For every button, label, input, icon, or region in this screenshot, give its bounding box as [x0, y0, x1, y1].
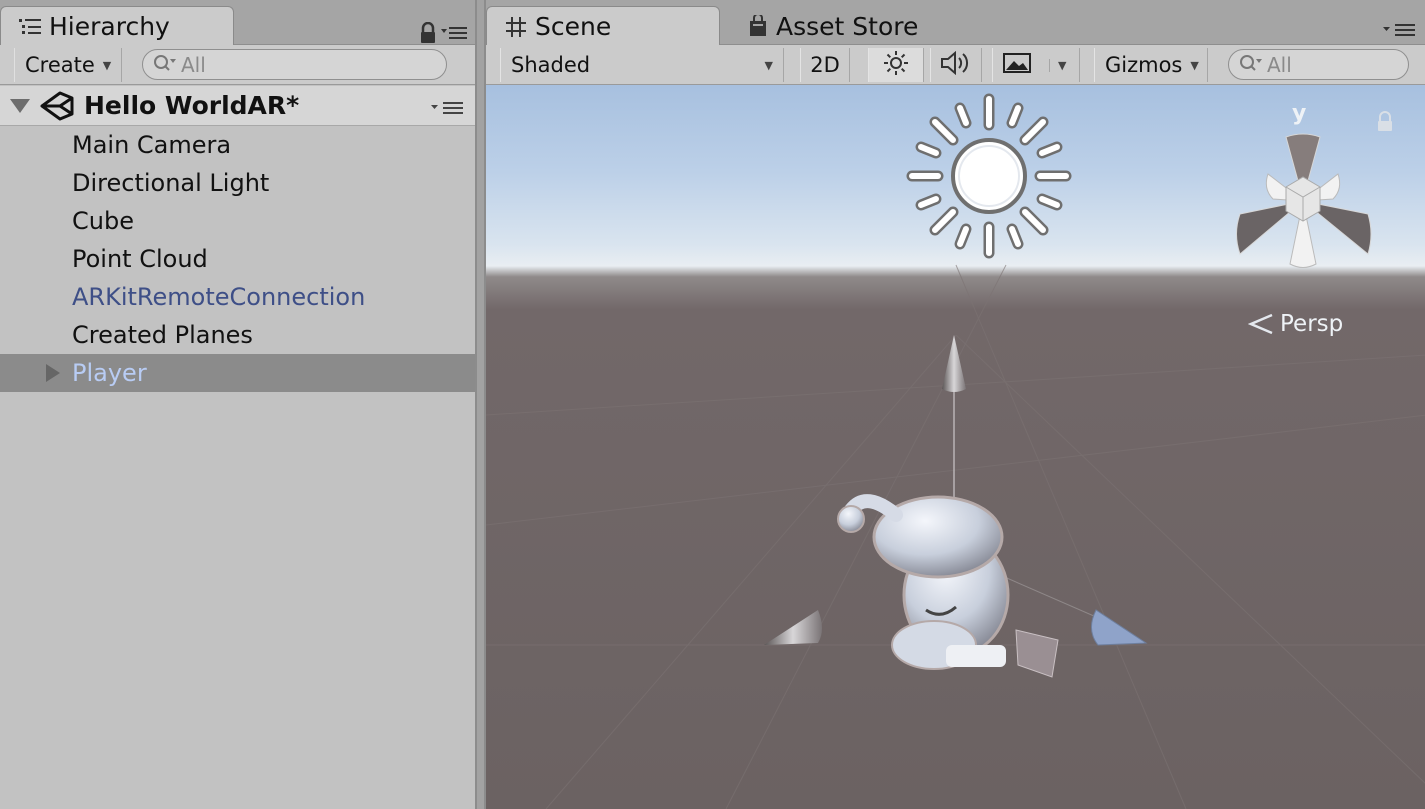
shopping-bag-icon — [748, 15, 768, 37]
scene-row-menu-icon[interactable] — [431, 100, 465, 116]
hierarchy-panel: Hierarchy Create ▼ All Hello WorldAR* Ma… — [0, 0, 477, 809]
hierarchy-item-player[interactable]: Player — [0, 354, 475, 392]
sun-icon — [883, 50, 909, 81]
gizmo-axis-y-label: y — [1292, 101, 1307, 126]
projection-label: Persp — [1280, 311, 1344, 337]
dropdown-arrow-icon: ▼ — [1049, 58, 1066, 72]
hierarchy-item-cube[interactable]: Cube — [0, 202, 475, 240]
effects-dropdown[interactable]: ▼ — [992, 48, 1080, 82]
scene-search-input[interactable]: All — [1228, 49, 1409, 80]
grid-icon — [505, 16, 527, 38]
panel-menu-icon[interactable] — [1383, 22, 1417, 42]
panel-menu-icon[interactable] — [441, 25, 467, 45]
gizmos-dropdown[interactable]: Gizmos ▼ — [1094, 48, 1208, 82]
gizmos-label: Gizmos — [1105, 53, 1183, 77]
orientation-gizmo-icon[interactable] — [1228, 129, 1378, 279]
scene-name: Hello WorldAR* — [84, 91, 300, 120]
hierarchy-item-directional-light[interactable]: Directional Light — [0, 164, 475, 202]
hierarchy-item-label: Created Planes — [72, 321, 253, 349]
tab-asset-store-label: Asset Store — [776, 11, 919, 41]
scene-root-row[interactable]: Hello WorldAR* — [0, 86, 475, 126]
hierarchy-search-input[interactable]: All — [142, 49, 447, 80]
dropdown-arrow-icon: ▼ — [102, 58, 112, 72]
unity-logo-icon — [40, 90, 74, 122]
list-icon — [19, 18, 41, 36]
mode-2d-label: 2D — [810, 53, 840, 77]
scene-tabbar: Scene Asset Store — [486, 0, 1425, 46]
expand-arrow-icon[interactable] — [46, 364, 60, 382]
tab-hierarchy-label: Hierarchy — [49, 12, 170, 41]
lighting-toggle[interactable] — [868, 48, 924, 82]
tab-scene-label: Scene — [535, 12, 612, 41]
audio-toggle[interactable] — [930, 48, 982, 82]
hierarchy-item-label: ARKitRemoteConnection — [72, 283, 366, 311]
search-icon — [1239, 54, 1265, 76]
directional-light-gizmo[interactable] — [904, 91, 1074, 261]
chevron-left-icon — [1248, 313, 1274, 335]
create-dropdown[interactable]: Create ▼ — [14, 48, 122, 82]
hierarchy-item-point-cloud[interactable]: Point Cloud — [0, 240, 475, 278]
hierarchy-item-label: Cube — [72, 207, 134, 235]
shading-mode-label: Shaded — [511, 53, 591, 77]
scene-panel-menu[interactable] — [1383, 22, 1417, 42]
hierarchy-item-label: Main Camera — [72, 131, 232, 159]
scene-viewport[interactable]: y Persp — [486, 85, 1425, 809]
shading-mode-dropdown[interactable]: Shaded ▼ — [500, 48, 784, 82]
tab-asset-store[interactable]: Asset Store — [726, 6, 946, 46]
hierarchy-item-label: Player — [72, 359, 147, 387]
hierarchy-search-placeholder: All — [181, 52, 206, 77]
search-icon — [153, 54, 179, 76]
mode-2d-toggle[interactable]: 2D — [800, 48, 850, 82]
hierarchy-tabbar: Hierarchy — [0, 0, 475, 46]
scene-toolbar: Shaded ▼ 2D ▼ Gizmos ▼ All — [486, 45, 1425, 85]
tab-hierarchy[interactable]: Hierarchy — [0, 6, 234, 46]
hierarchy-item-label: Directional Light — [72, 169, 270, 197]
collapse-arrow-icon[interactable] — [10, 98, 30, 113]
hierarchy-toolbar: Create ▼ All — [0, 45, 475, 85]
dropdown-arrow-icon: ▼ — [1190, 58, 1199, 72]
player-model[interactable] — [837, 494, 1059, 678]
create-label: Create — [25, 53, 95, 77]
scene-search-placeholder: All — [1267, 52, 1292, 77]
projection-toggle[interactable]: Persp — [1248, 311, 1343, 337]
dropdown-arrow-icon: ▼ — [764, 58, 773, 72]
speaker-icon — [940, 50, 972, 80]
hierarchy-item-created-planes[interactable]: Created Planes — [0, 316, 475, 354]
hierarchy-item-main-camera[interactable]: Main Camera — [0, 126, 475, 164]
hierarchy-item-arkit-remote-connection[interactable]: ARKitRemoteConnection — [0, 278, 475, 316]
scene-panel: Scene Asset Store Shaded ▼ 2D ▼ Gizmos ▼… — [484, 0, 1425, 809]
gizmo-lock-icon[interactable] — [1376, 111, 1394, 137]
hierarchy-item-label: Point Cloud — [72, 245, 208, 273]
image-icon — [1003, 52, 1031, 79]
tab-scene[interactable]: Scene — [486, 6, 720, 46]
